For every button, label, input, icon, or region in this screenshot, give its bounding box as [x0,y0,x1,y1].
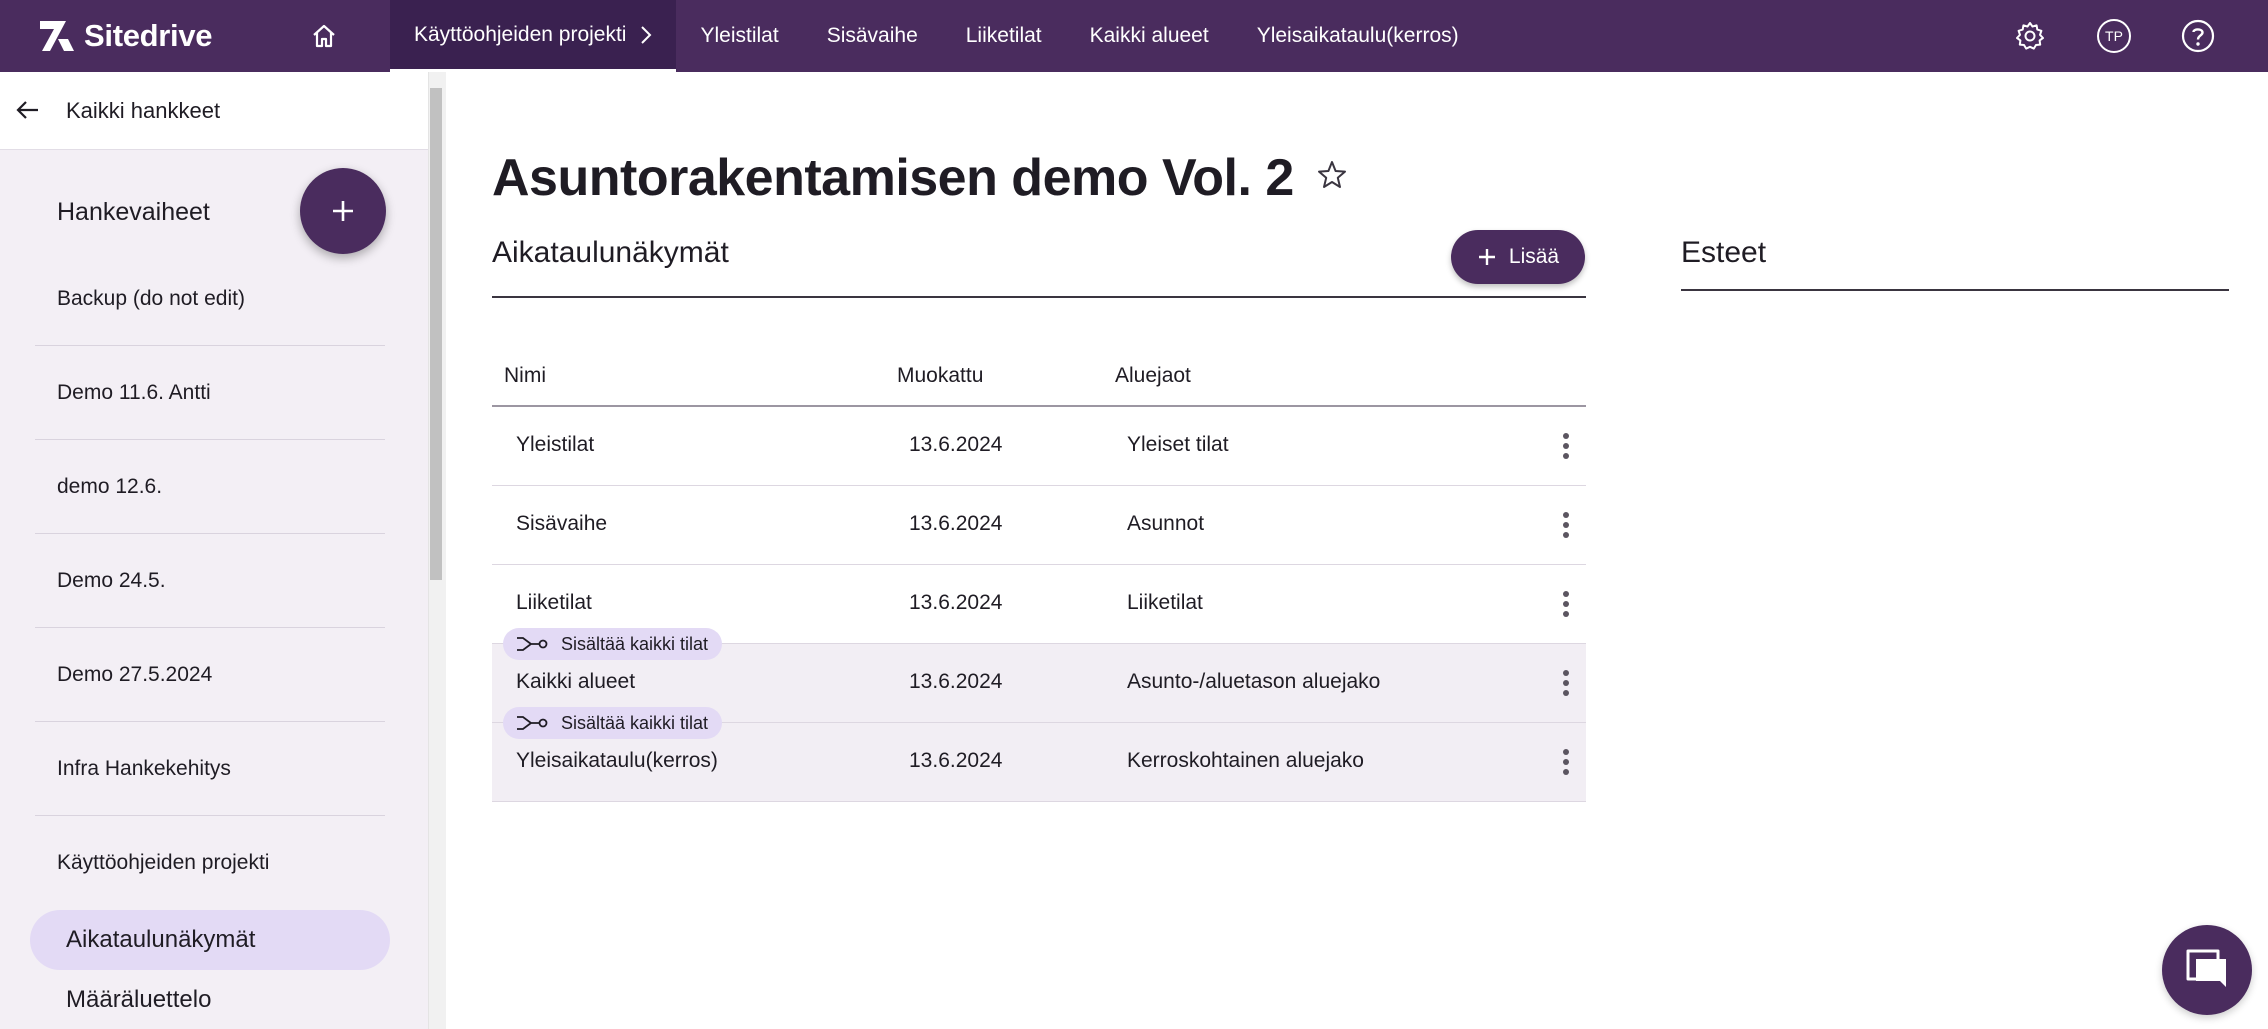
more-vertical-icon[interactable] [1554,587,1578,621]
sidebar-item-demo-11-6[interactable]: Demo 11.6. Antti [35,346,385,440]
more-vertical-icon[interactable] [1554,429,1578,463]
sidebar-item-label: Käyttöohjeiden projekti [57,851,270,874]
row-modified: 13.6.2024 [909,591,1003,614]
more-vertical-icon[interactable] [1554,666,1578,700]
row-areas: Kerroskohtainen aluejako [1127,749,1364,772]
row-name: Liiketilat [516,591,592,614]
home-icon [313,24,335,48]
sidebar-item-label: Demo 24.5. [57,568,166,592]
badge-label: Sisältää kaikki tilat [561,712,709,733]
tab-label: Kaikki alueet [1089,24,1209,47]
chat-icon [2186,949,2226,987]
plus-icon [333,201,353,221]
tab-kayttoohjeiden-projekti[interactable]: Käyttöohjeiden projekti [390,0,677,72]
tab-yleistilat[interactable]: Yleistilat [676,0,802,72]
settings-button[interactable] [2008,14,2052,58]
sitedrive-logo[interactable]: Sitedrive [38,14,213,58]
row-modified: 13.6.2024 [909,670,1003,693]
row-areas: Asunnot [1127,512,1205,535]
row-modified: 13.6.2024 [909,749,1003,772]
sitedrive-logo-icon [40,21,74,51]
back-label: Kaikki hankkeet [66,98,221,123]
row-areas: Yleiset tilat [1127,433,1229,456]
chat-support-button[interactable] [2162,925,2252,1015]
help-icon [2181,19,2215,53]
row-areas: Asunto-/aluetason aluejako [1127,670,1381,693]
sidebar-section-title: Hankevaiheet [57,198,210,226]
add-schedule-button[interactable]: Lisää [1451,230,1585,284]
sidebar-subitem-maaraluettelo[interactable]: Määräluettelo [30,970,390,1029]
obstacles-section-title: Esteet [1681,236,1767,269]
table-row[interactable]: Sisävaihe 13.6.2024 Asunnot [492,486,1586,565]
user-menu-button[interactable]: TP [2092,14,2136,58]
chevron-right-icon [640,25,652,45]
brand-name: Sitedrive [84,18,213,53]
sidebar-scrollbar-thumb[interactable] [430,88,442,580]
tab-label: Käyttöohjeiden projekti [414,22,627,46]
branch-merge-icon [517,716,548,730]
sidebar-item-demo-27-5-2024[interactable]: Demo 27.5.2024 [35,628,385,722]
sidebar-item-label: demo 12.6. [57,474,163,498]
star-icon[interactable] [1316,159,1348,191]
row-modified: 13.6.2024 [909,433,1003,456]
sidebar-item-infra-hankekehitys[interactable]: Infra Hankekehitys [35,722,385,816]
column-header-areas[interactable]: Aluejaot [1115,364,1191,388]
add-project-phase-button[interactable] [300,168,386,254]
row-name: Sisävaihe [516,512,608,535]
sidebar-item-label: Demo 11.6. Antti [57,380,211,404]
project-tabs: Käyttöohjeiden projekti Yleistilat Sisäv… [390,0,1483,72]
includes-all-spaces-badge: Sisältää kaikki tilat [503,707,723,739]
more-vertical-icon[interactable] [1554,745,1578,779]
sidebar-item-label: Backup (do not edit) [57,286,245,310]
includes-all-spaces-badge: Sisältää kaikki tilat [503,628,723,660]
row-areas: Liiketilat [1127,591,1203,614]
badge-label: Sisältää kaikki tilat [561,633,709,654]
sidebar-item-label: Infra Hankekehitys [57,756,231,780]
back-to-all-projects[interactable]: Kaikki hankkeet [0,72,428,150]
row-name: Yleistilat [516,433,595,456]
page-title: Asuntorakentamisen demo Vol. 2 [492,149,1294,207]
tab-yleisaikataulu-kerros[interactable]: Yleisaikataulu(kerros) [1233,0,1483,72]
avatar: TP [2097,19,2131,53]
branch-merge-icon [517,637,548,651]
help-button[interactable] [2176,14,2220,58]
add-schedule-label: Lisää [1508,245,1560,268]
row-name: Kaikki alueet [516,670,636,693]
column-header-modified[interactable]: Muokattu [897,364,983,388]
schedules-divider [492,296,1586,298]
sidebar-subitem-aikataulunakymat[interactable]: Aikataulunäkymät [30,910,390,970]
gear-icon [2016,22,2044,50]
table-row[interactable]: Yleistilat 13.6.2024 Yleiset tilat [492,407,1586,486]
sidebar-subitem-label: Aikataulunäkymät [66,926,256,953]
page-header: Asuntorakentamisen demo Vol. 2 [492,148,1348,208]
plus-icon [1478,249,1495,265]
tab-label: Sisävaihe [826,24,918,47]
arrow-left-icon [16,101,38,119]
sidebar-item-demo-24-5[interactable]: Demo 24.5. [35,534,385,628]
row-name: Yleisaikataulu(kerros) [516,749,718,772]
schedules-section-title: Aikataulunäkymät [492,236,729,269]
tab-label: Liiketilat [965,24,1042,47]
tab-label: Yleistilat [700,24,779,47]
more-vertical-icon[interactable] [1554,508,1578,542]
column-header-name[interactable]: Nimi [504,364,546,388]
obstacles-divider [1681,289,2229,291]
row-modified: 13.6.2024 [909,512,1003,535]
top-navigation-bar: Sitedrive Käyttöohjeiden projekti Yleist… [0,0,2268,72]
sidebar-subitem-label: Määräluettelo [66,986,212,1013]
tab-liiketilat[interactable]: Liiketilat [942,0,1066,72]
sidebar-item-label: Demo 27.5.2024 [57,662,213,686]
home-button[interactable] [304,16,344,56]
tab-kaikki-alueet[interactable]: Kaikki alueet [1066,0,1233,72]
sidebar-item-demo-12-6[interactable]: demo 12.6. [35,440,385,534]
tab-sisavaihe[interactable]: Sisävaihe [803,0,942,72]
sidebar: Kaikki hankkeet Hankevaiheet Backup (do … [0,72,428,1029]
tab-label: Yleisaikataulu(kerros) [1256,24,1459,47]
sidebar-item-kayttoohjeiden-projekti[interactable]: Käyttöohjeiden projekti [35,816,385,910]
sidebar-item-backup[interactable]: Backup (do not edit) [35,252,385,346]
